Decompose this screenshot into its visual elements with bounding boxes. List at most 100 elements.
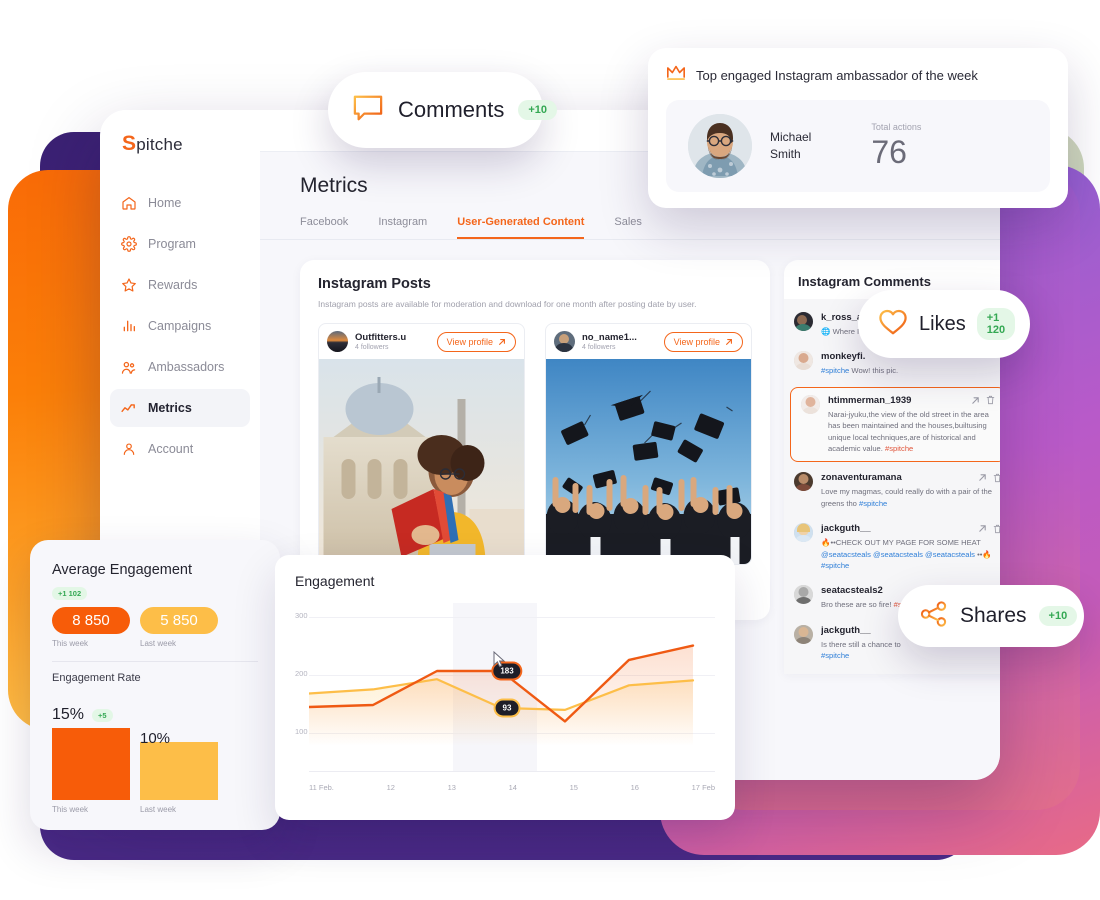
chip-badge: +10	[1038, 606, 1078, 626]
comment-username: zonaventuramana	[821, 472, 902, 484]
tab-user-generated-content[interactable]: User-Generated Content	[457, 216, 585, 239]
sidebar-item-label: Account	[148, 442, 194, 456]
ambassador-stat-label: Total actions	[871, 121, 922, 132]
bar-this-week	[52, 728, 130, 800]
engagement-rate-chart: 15% +5 10% This week Last week	[52, 706, 258, 814]
comment-bubble-icon	[352, 93, 384, 128]
comment-item[interactable]: zonaventuramana Love my magmas, could re…	[784, 465, 1000, 516]
sidebar-item-rewards[interactable]: Rewards	[110, 266, 250, 304]
post-card[interactable]: Outfitters.u 4 followers View profile	[318, 323, 525, 566]
view-profile-button[interactable]: View profile	[663, 331, 743, 352]
sidebar-item-label: Home	[148, 196, 182, 210]
sidebar-item-metrics[interactable]: Metrics	[110, 389, 250, 427]
pill-labels: This week Last week	[52, 634, 258, 648]
view-profile-label: View profile	[673, 336, 720, 347]
ambassador-name: Michael Smith	[770, 129, 811, 164]
chip-shares[interactable]: Shares +10	[898, 585, 1084, 647]
delete-comment-icon[interactable]	[986, 395, 995, 405]
rate-last-week-value: 10%	[140, 730, 171, 747]
post-image-student	[319, 359, 524, 565]
avatar	[794, 472, 813, 492]
sidebar-item-home[interactable]: Home	[110, 184, 250, 222]
avatar	[327, 331, 348, 353]
mouse-cursor-icon	[493, 651, 506, 668]
avatar	[554, 331, 575, 353]
avatar	[794, 585, 813, 605]
bar-labels: This week Last week	[52, 805, 258, 814]
open-comment-icon[interactable]	[978, 473, 987, 482]
tab-sales[interactable]: Sales	[614, 216, 642, 239]
sidebar-item-label: Metrics	[148, 401, 192, 415]
post-user: no_name1... 4 followers	[582, 332, 657, 351]
post-card[interactable]: no_name1... 4 followers View profile	[545, 323, 752, 566]
sidebar-item-label: Program	[148, 237, 196, 251]
avatar	[794, 624, 813, 644]
ytick-300: 300	[295, 611, 308, 620]
avatar	[794, 523, 813, 543]
this-week-label: This week	[52, 639, 89, 648]
sidebar-item-label: Campaigns	[148, 319, 212, 333]
average-engagement-delta-badge: +1 102	[52, 587, 88, 600]
chart-x-labels: 11 Feb. 12 13 14 15 16 17 Feb	[309, 783, 715, 792]
external-link-icon	[499, 339, 505, 345]
comment-item[interactable]: jackguth__ 🔥••CHECK OUT MY PAGE FOR SOME…	[784, 516, 1000, 578]
comment-item-highlighted[interactable]: htimmerman_1939 Narai-jyuku,the view of …	[790, 386, 1000, 463]
avatar	[688, 114, 752, 178]
ambassador-title: Top engaged Instagram ambassador of the …	[696, 67, 978, 83]
gear-icon	[120, 236, 137, 253]
chip-label: Comments	[398, 97, 505, 122]
comment-body: jackguth__ 🔥••CHECK OUT MY PAGE FOR SOME…	[821, 523, 1000, 571]
chip-badge: +1 120	[976, 308, 1016, 340]
sidebar-item-ambassadors[interactable]: Ambassadors	[110, 348, 250, 386]
this-week-value: 8 850	[52, 607, 130, 634]
sidebar-item-program[interactable]: Program	[110, 225, 250, 263]
post-image-graduation	[546, 359, 751, 565]
screenshot-stage: Spitche Home Program Rewards Campaigns A…	[0, 0, 1100, 900]
comment-text: #spitche #spitche Wow! this pic.Wow! thi…	[821, 366, 899, 376]
xtick: 13	[447, 783, 456, 792]
heart-icon	[878, 308, 908, 341]
chip-comments[interactable]: Comments +10	[328, 72, 558, 148]
last-week-value: 5 850	[140, 607, 218, 634]
tab-instagram[interactable]: Instagram	[378, 216, 427, 239]
trend-up-icon	[120, 400, 137, 417]
comment-text: 🔥••CHECK OUT MY PAGE FOR SOME HEAT @seat…	[821, 538, 992, 570]
sidebar-item-account[interactable]: Account	[110, 430, 250, 468]
comment-body: htimmerman_1939 Narai-jyuku,the view of …	[828, 395, 995, 455]
star-icon	[120, 277, 137, 294]
chart-plot[interactable]: 300 200 100 183 93 11 Feb. 12 13 14 15 1…	[295, 603, 715, 798]
engagement-chart-card: Engagement 300 200 100 183 93 11 Feb. 12…	[275, 555, 735, 820]
view-profile-label: View profile	[446, 336, 493, 347]
open-comment-icon[interactable]	[978, 524, 987, 533]
delete-comment-icon[interactable]	[993, 473, 1000, 483]
avatar	[794, 312, 813, 331]
view-profile-button[interactable]: View profile	[436, 331, 516, 352]
chart-title: Engagement	[295, 573, 375, 589]
sidebar-item-campaigns[interactable]: Campaigns	[110, 307, 250, 345]
comment-username: htimmerman_1939	[828, 394, 912, 406]
comment-header: zonaventuramana	[821, 472, 1000, 483]
chip-likes[interactable]: Likes +1 120	[858, 290, 1030, 358]
comment-body: zonaventuramana Love my magmas, could re…	[821, 472, 1000, 509]
post-header: Outfitters.u 4 followers View profile	[319, 324, 524, 359]
xtick: 12	[386, 783, 395, 792]
crown-icon	[666, 64, 686, 86]
users-icon	[120, 359, 137, 376]
delete-comment-icon[interactable]	[993, 524, 1000, 534]
home-icon	[120, 195, 137, 212]
chip-label: Shares	[960, 604, 1027, 627]
post-username: no_name1...	[582, 332, 637, 344]
ambassador-first-name: Michael	[770, 129, 812, 144]
rate-delta-badge: +5	[92, 708, 113, 722]
tab-facebook[interactable]: Facebook	[300, 216, 348, 239]
comment-header: jackguth__	[821, 523, 1000, 534]
app-logo[interactable]: Spitche	[100, 126, 260, 156]
open-comment-icon[interactable]	[971, 396, 980, 405]
post-username: Outfitters.u	[355, 332, 407, 344]
comment-text: Narai-jyuku,the view of the old street i…	[828, 409, 989, 453]
post-user: Outfitters.u 4 followers	[355, 332, 430, 351]
bar-chart-icon	[120, 318, 137, 335]
avatar	[801, 394, 820, 414]
bar-last-week	[140, 742, 218, 800]
ytick-100: 100	[295, 727, 308, 736]
